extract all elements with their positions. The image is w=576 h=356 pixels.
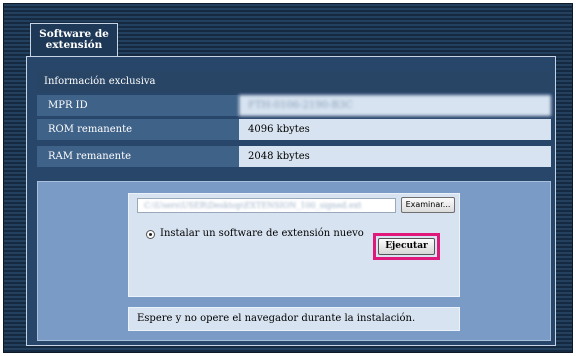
info-section-header: Información exclusiva: [37, 71, 551, 93]
execute-button[interactable]: Ejecutar: [378, 238, 435, 255]
mpr-id-label: MPR ID: [37, 95, 239, 116]
install-new-label: Instalar un software de extensión nuevo: [160, 228, 364, 239]
installation-notice: Espere y no opere el navegador durante l…: [128, 307, 460, 331]
rom-value: 4096 kbytes: [239, 119, 551, 140]
rom-label: ROM remanente: [37, 119, 239, 140]
ram-value: 2048 kbytes: [239, 146, 551, 167]
ram-label: RAM remanente: [37, 146, 239, 167]
install-new-option[interactable]: Instalar un software de extensión nuevo: [146, 228, 364, 240]
tab-software-extension[interactable]: Software de extensión: [30, 23, 118, 56]
file-path-text: C:\Users\USER\Desktop\EXTENSION_100_sign…: [144, 201, 362, 210]
browse-button[interactable]: Examinar...: [401, 197, 455, 213]
file-path-input[interactable]: C:\Users\USER\Desktop\EXTENSION_100_sign…: [137, 198, 396, 213]
tab-label: Software de extensión: [39, 28, 109, 51]
radio-selected-icon[interactable]: [146, 229, 155, 239]
mpr-id-value: FTH-0106-2190-B3C: [239, 95, 551, 116]
